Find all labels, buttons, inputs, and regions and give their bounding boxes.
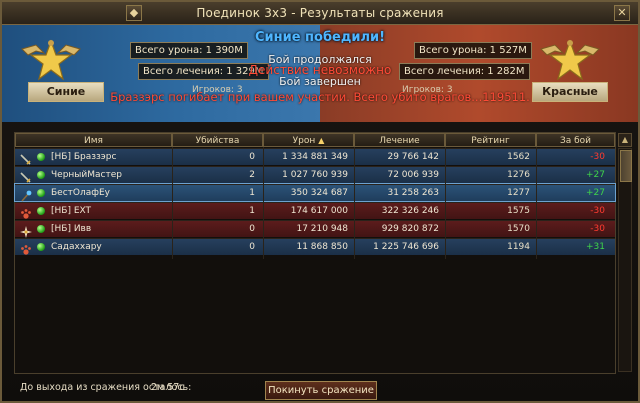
sword-icon xyxy=(20,151,32,165)
column-header-rating[interactable]: Рейтинг xyxy=(445,133,536,147)
player-kills: 0 xyxy=(249,152,255,162)
window-menu-button[interactable]: ◆ xyxy=(126,5,142,21)
player-name[interactable]: БестОлафЕу xyxy=(51,185,110,201)
player-damage: 174 617 000 xyxy=(290,206,348,216)
player-damage: 1 334 881 349 xyxy=(282,152,348,162)
rating-change: -30 xyxy=(590,224,605,234)
victory-message: Синие победили! xyxy=(254,30,386,45)
player-kills: 1 xyxy=(249,206,255,216)
rating-change: +27 xyxy=(586,170,605,180)
table-row[interactable]: [НБ] Ивв 0 17 210 948 929 820 872 1570 -30 xyxy=(15,220,615,238)
player-rating: 1575 xyxy=(507,206,530,216)
sort-ascending-icon: ▲ xyxy=(318,136,325,145)
player-healing: 1 225 746 696 xyxy=(373,242,439,252)
player-name[interactable]: [НБ] EXT xyxy=(51,203,91,219)
time-left-value: 2м 57с xyxy=(151,382,185,393)
scrollbar-thumb[interactable] xyxy=(620,150,632,182)
player-name[interactable]: [НБ] Ивв xyxy=(51,221,91,237)
column-header-kills[interactable]: Убийства xyxy=(172,133,263,147)
player-damage: 350 324 687 xyxy=(290,188,348,198)
table-row[interactable]: [НБ] Браззэрс 0 1 334 881 349 29 766 142 156… xyxy=(15,148,615,165)
title-bar: ◆ Поединок 3x3 - Результаты сражения ✕ xyxy=(2,2,638,25)
player-kills: 0 xyxy=(249,224,255,234)
online-status-icon xyxy=(37,153,45,161)
scroll-up-button[interactable]: ▲ xyxy=(618,133,632,147)
player-kills: 0 xyxy=(249,242,255,252)
online-status-icon xyxy=(37,243,45,251)
paw-icon xyxy=(20,241,32,255)
column-header-damage[interactable]: Урон ▲ xyxy=(263,133,354,147)
cross-icon xyxy=(20,223,32,238)
table-row[interactable]: БестОлафЕу 1 350 324 687 31 258 263 1277 +27 xyxy=(14,183,616,202)
close-button[interactable]: ✕ xyxy=(614,5,630,21)
player-healing: 929 820 872 xyxy=(381,224,439,234)
player-damage: 17 210 948 xyxy=(296,224,348,234)
player-kills: 1 xyxy=(249,188,255,198)
rating-change: -30 xyxy=(590,152,605,162)
player-healing: 72 006 939 xyxy=(387,170,439,180)
leave-battle-button[interactable]: Покинуть сражение xyxy=(265,381,377,400)
player-name[interactable]: [НБ] Браззэрс xyxy=(51,149,116,165)
sword-icon xyxy=(20,169,32,183)
column-header-healing[interactable]: Лечение xyxy=(354,133,445,147)
player-healing: 29 766 142 xyxy=(387,152,439,162)
rating-change: -30 xyxy=(590,206,605,216)
player-rating: 1194 xyxy=(507,242,530,252)
table-row[interactable]: ЧерныйМастер 2 1 027 760 939 72 006 939 1276… xyxy=(15,166,615,183)
player-rating: 1277 xyxy=(507,188,530,198)
column-header-damage-label: Урон xyxy=(292,136,316,146)
player-rating: 1276 xyxy=(507,170,530,180)
staff-icon xyxy=(20,187,32,202)
column-header-name[interactable]: Имя xyxy=(15,133,172,147)
column-header-per-battle[interactable]: За бой xyxy=(536,133,615,147)
player-name[interactable]: Садаххару xyxy=(51,239,102,255)
player-damage: 11 868 850 xyxy=(296,242,348,252)
notice-battle-finished: Бой завершен xyxy=(279,75,361,88)
player-rating: 1562 xyxy=(507,152,530,162)
results-table: Имя Убийства Урон ▲ Лечение Рейтинг За бо… xyxy=(14,132,616,374)
player-damage: 1 027 760 939 xyxy=(282,170,348,180)
online-status-icon xyxy=(37,207,45,215)
player-healing: 31 258 263 xyxy=(387,188,439,198)
player-healing: 322 326 246 xyxy=(381,206,439,216)
battle-results-window: ◆ Поединок 3x3 - Результаты сражения ✕ С… xyxy=(0,0,640,403)
window-title: Поединок 3x3 - Результаты сражения xyxy=(196,6,444,20)
table-header: Имя Убийства Урон ▲ Лечение Рейтинг За бо… xyxy=(15,133,615,147)
notice-kill-message: Браззэрс погибает при вашем участии. Все… xyxy=(110,90,530,104)
online-status-icon xyxy=(37,225,45,233)
online-status-icon xyxy=(37,171,45,179)
player-kills: 2 xyxy=(249,170,255,180)
player-name[interactable]: ЧерныйМастер xyxy=(51,167,122,183)
rating-change: +31 xyxy=(586,242,605,252)
results-banner: Синие Красные Всего урона: 1 390М Всего … xyxy=(2,25,638,122)
table-row[interactable]: Садаххару 0 11 868 850 1 225 746 696 1194 +31 xyxy=(15,238,615,255)
player-rating: 1570 xyxy=(507,224,530,234)
table-row[interactable]: [НБ] EXT 1 174 617 000 322 326 246 1575 -30 xyxy=(15,202,615,219)
online-status-icon xyxy=(37,189,45,197)
rating-change: +27 xyxy=(586,188,605,198)
paw-icon xyxy=(20,205,32,219)
